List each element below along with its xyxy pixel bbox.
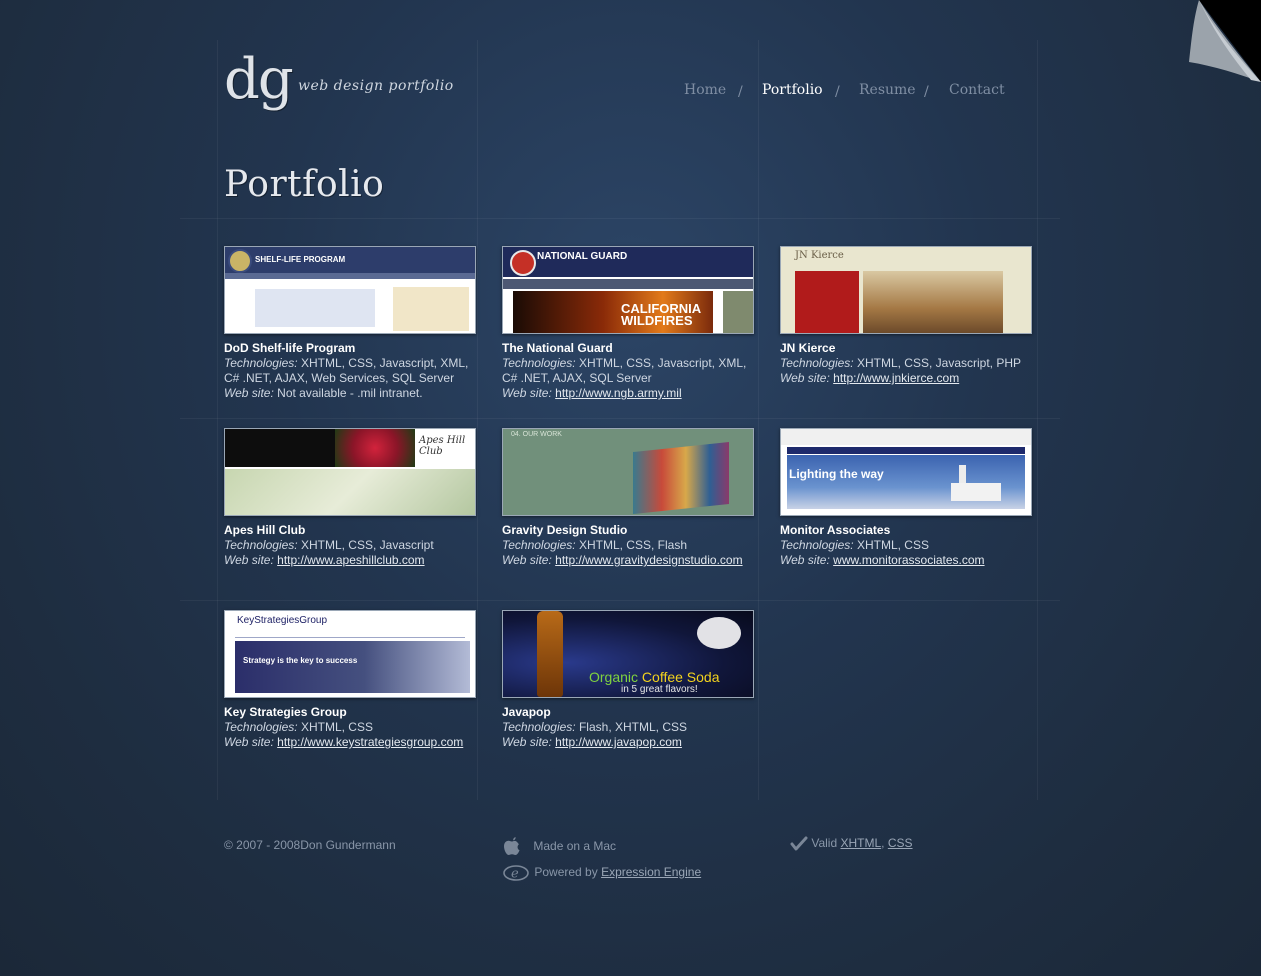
project-site-link[interactable]: http://www.jnkierce.com	[833, 371, 959, 385]
project-site-link[interactable]: http://www.gravitydesignstudio.com	[555, 553, 742, 567]
portfolio-item: Lighting the way Monitor Associates Tech…	[780, 428, 1032, 568]
project-tech: Technologies: XHTML, CSS	[780, 538, 929, 552]
project-title: Javapop	[502, 705, 551, 719]
nav-separator: /	[738, 84, 743, 100]
project-site-link[interactable]: http://www.apeshillclub.com	[277, 553, 424, 567]
project-site-link[interactable]: www.monitorassociates.com	[833, 553, 984, 567]
thumb-text: Coffee Soda	[641, 669, 720, 685]
project-site-link[interactable]: http://www.ngb.army.mil	[555, 386, 681, 400]
guide-line	[1037, 40, 1038, 800]
guide-line	[180, 418, 1060, 419]
logo-mark: dg	[224, 47, 294, 112]
expression-engine-icon: e	[503, 865, 529, 882]
project-thumbnail[interactable]: 04. OUR WORK	[502, 428, 754, 516]
portfolio-item: Organic Coffee Soda in 5 great flavors! …	[502, 610, 754, 750]
logo-tagline: web design portfolio	[298, 78, 454, 94]
project-title: Monitor Associates	[780, 523, 891, 537]
portfolio-item: JN Kierce JN Kierce Technologies: XHTML,…	[780, 246, 1032, 386]
guide-line	[477, 40, 478, 800]
project-title: Key Strategies Group	[224, 705, 347, 719]
powered-by-text: Powered by	[534, 865, 598, 880]
thumb-text: NATIONAL GUARD	[537, 251, 628, 262]
project-thumbnail[interactable]: Lighting the way	[780, 428, 1032, 516]
project-site: Web site: http://www.ngb.army.mil	[502, 386, 682, 400]
project-site-link[interactable]: http://www.keystrategiesgroup.com	[277, 735, 463, 749]
thumb-text: Apes Hill Club	[419, 435, 466, 457]
guide-line	[217, 40, 218, 800]
project-thumbnail[interactable]: SHELF-LIFE PROGRAM	[224, 246, 476, 334]
project-tech: Technologies: XHTML, CSS	[224, 720, 373, 734]
project-site: Web site: http://www.jnkierce.com	[780, 371, 960, 385]
page-curl-icon	[1189, 0, 1261, 82]
nav-separator: /	[924, 84, 929, 100]
made-on-mac-text: Made on a Mac	[533, 839, 617, 854]
thumb-text: SHELF-LIFE PROGRAM	[255, 255, 346, 264]
thumb-text: Strategy is the key to success	[243, 656, 358, 665]
project-thumbnail[interactable]: NATIONAL GUARD CALIFORNIA WILDFIRES	[502, 246, 754, 334]
svg-text:e: e	[511, 867, 519, 882]
project-tech: Technologies: XHTML, CSS, Javascript	[224, 538, 434, 552]
project-title: DoD Shelf-life Program	[224, 341, 356, 355]
portfolio-item: KeyStrategiesGroup Strategy is the key t…	[224, 610, 476, 750]
guide-line	[758, 40, 759, 800]
project-thumbnail[interactable]: Apes Hill Club	[224, 428, 476, 516]
project-site-text: Not available - .mil intranet.	[277, 386, 423, 400]
project-site-link[interactable]: http://www.javapop.com	[555, 735, 682, 749]
thumb-text: KeyStrategiesGroup	[237, 615, 328, 626]
made-on-mac: Made on a Mac	[502, 836, 616, 858]
project-thumbnail[interactable]: KeyStrategiesGroup Strategy is the key t…	[224, 610, 476, 698]
valid-text: Valid	[811, 836, 838, 851]
xhtml-link[interactable]: XHTML	[840, 836, 881, 850]
thumb-text: 04. OUR WORK	[511, 431, 562, 438]
project-title: Gravity Design Studio	[502, 523, 628, 537]
project-site: Web site: http://www.gravitydesignstudio…	[502, 553, 743, 567]
nav-portfolio[interactable]: Portfolio	[762, 82, 823, 98]
project-tech: Technologies: Flash, XHTML, CSS	[502, 720, 687, 734]
project-tech: Technologies: XHTML, CSS, Javascript, PH…	[780, 356, 1022, 370]
project-site: Web site: http://www.keystrategiesgroup.…	[224, 735, 464, 749]
footer-comma: ,	[881, 836, 885, 851]
expression-engine-link[interactable]: Expression Engine	[601, 865, 701, 879]
nav-resume[interactable]: Resume	[859, 82, 916, 98]
portfolio-item: SHELF-LIFE PROGRAM DoD Shelf-life Progra…	[224, 246, 476, 401]
thumb-text: JN Kierce	[795, 250, 844, 261]
checkmark-icon	[790, 836, 808, 851]
project-thumbnail[interactable]: JN Kierce	[780, 246, 1032, 334]
thumb-text: in 5 great flavors!	[621, 684, 698, 695]
project-site: Web site: http://www.apeshillclub.com	[224, 553, 425, 567]
project-tech-cont: C# .NET, AJAX, SQL Server	[502, 371, 652, 385]
project-site: Web site: http://www.javapop.com	[502, 735, 682, 749]
project-tech-cont: C# .NET, AJAX, Web Services, SQL Server	[224, 371, 455, 385]
project-tech: Technologies: XHTML, CSS, Javascript, XM…	[502, 356, 747, 370]
nav-home[interactable]: Home	[684, 82, 726, 98]
guide-line	[180, 600, 1060, 601]
css-link[interactable]: CSS	[888, 836, 913, 850]
project-site: Web site: www.monitorassociates.com	[780, 553, 985, 567]
project-tech: Technologies: XHTML, CSS, Javascript, XM…	[224, 356, 469, 370]
nav-separator: /	[835, 84, 840, 100]
project-tech: Technologies: XHTML, CSS, Flash	[502, 538, 687, 552]
powered-by: e Powered by Expression Engine	[502, 864, 701, 882]
project-thumbnail[interactable]: Organic Coffee Soda in 5 great flavors!	[502, 610, 754, 698]
validation: Valid XHTML, CSS	[790, 836, 913, 852]
project-site: Web site: Not available - .mil intranet.	[224, 386, 423, 400]
project-title: Apes Hill Club	[224, 523, 306, 537]
guide-line	[180, 218, 1060, 219]
nav-contact[interactable]: Contact	[949, 82, 1005, 98]
portfolio-item: NATIONAL GUARD CALIFORNIA WILDFIRES The N…	[502, 246, 754, 401]
page-title: Portfolio	[224, 164, 385, 205]
project-title: The National Guard	[502, 341, 613, 355]
project-title: JN Kierce	[780, 341, 836, 355]
apple-icon	[504, 837, 520, 855]
thumb-text: Organic	[589, 669, 639, 685]
thumb-text: WILDFIRES	[621, 313, 693, 328]
portfolio-item: Apes Hill Club Apes Hill Club Technologi…	[224, 428, 476, 568]
portfolio-item: 04. OUR WORK Gravity Design Studio Techn…	[502, 428, 754, 568]
thumb-text: Lighting the way	[789, 467, 884, 481]
copyright: © 2007 - 2008Don Gundermann	[224, 838, 396, 852]
